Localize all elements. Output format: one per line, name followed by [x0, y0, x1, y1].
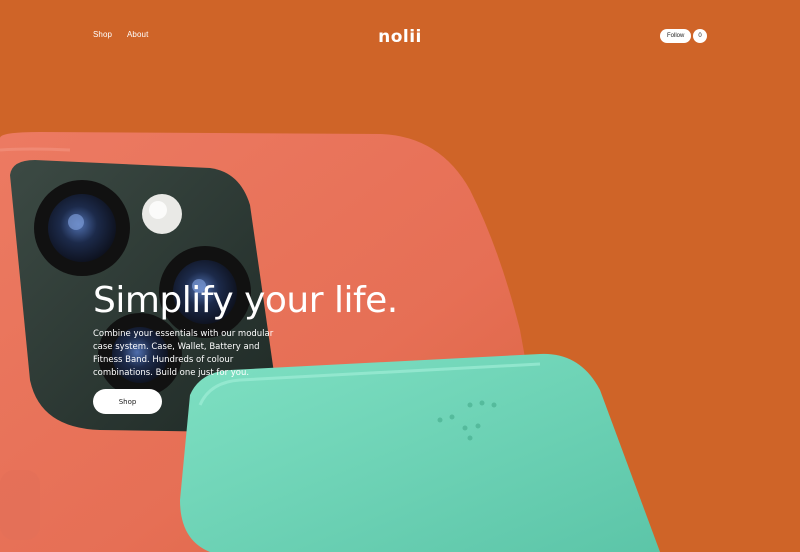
follow-button[interactable]: Follow [660, 29, 692, 43]
hero-section [0, 0, 800, 552]
wallet-module [180, 353, 660, 552]
hero-description: Combine your essentials with our modular… [93, 329, 274, 378]
hero-product-image [0, 132, 660, 552]
cart-count-badge[interactable]: 0 [693, 29, 707, 43]
hero-shop-button[interactable]: Shop [93, 389, 162, 414]
hero-headline: Simplify your life. [93, 280, 398, 321]
